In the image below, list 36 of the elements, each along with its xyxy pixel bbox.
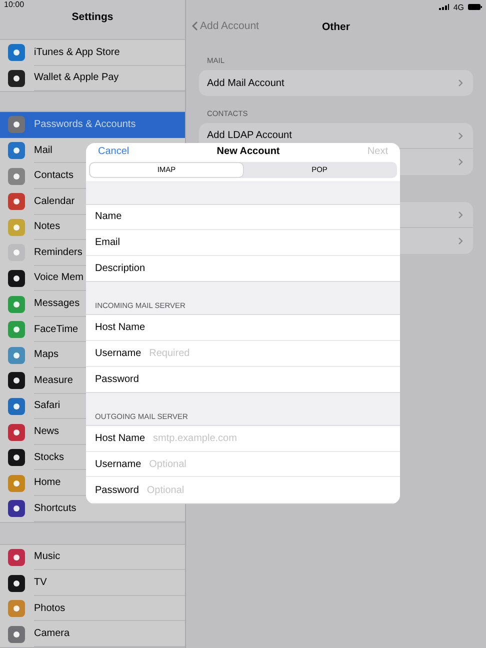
chevron-icon — [458, 210, 463, 218]
row-label[interactable]: Add Mail Account — [207, 78, 284, 88]
sidebar-item[interactable]: Photos — [0, 596, 185, 622]
text-field[interactable]: Required — [149, 346, 400, 360]
page-title: Other — [322, 21, 350, 33]
dialog-title: New Account — [216, 146, 280, 157]
sidebar-item[interactable]: iTunes & App Store — [0, 40, 185, 66]
field-label: Description — [95, 263, 146, 274]
chevron-left-icon — [192, 21, 198, 31]
field-label: Username — [95, 458, 142, 470]
sidebar-item[interactable]: Wallet & Apple Pay — [0, 66, 185, 92]
text-field[interactable]: smtp.example.com — [153, 432, 400, 446]
field-label: Host Name — [95, 433, 146, 444]
chevron-icon — [458, 237, 463, 245]
field-label: Host Name — [95, 322, 146, 334]
signal-icon — [439, 4, 450, 10]
sidebar-item[interactable]: Passwords & Accounts — [0, 112, 185, 138]
battery-icon — [468, 4, 482, 10]
row-label[interactable]: Add LDAP Account — [207, 130, 292, 141]
status-time: 10:00 — [4, 0, 24, 9]
chevron-icon — [458, 158, 463, 166]
field-label: Name — [95, 211, 122, 222]
text-field[interactable]: Optional — [149, 457, 400, 472]
chevron-icon — [458, 79, 463, 87]
network-label: 4G — [453, 2, 464, 12]
sidebar-item[interactable]: Music — [0, 544, 185, 570]
field-label: Password — [95, 484, 139, 496]
text-field[interactable]: Optional — [146, 483, 400, 498]
field-label: Email — [95, 237, 120, 248]
field-label: Password — [95, 374, 139, 385]
field-label: Username — [95, 348, 142, 359]
cancel-button[interactable]: Cancel — [98, 146, 130, 157]
sidebar-item[interactable]: Camera — [0, 621, 185, 647]
chevron-icon — [458, 132, 463, 140]
sidebar-title: Settings — [72, 10, 114, 23]
sidebar-item[interactable]: TV — [0, 570, 185, 596]
